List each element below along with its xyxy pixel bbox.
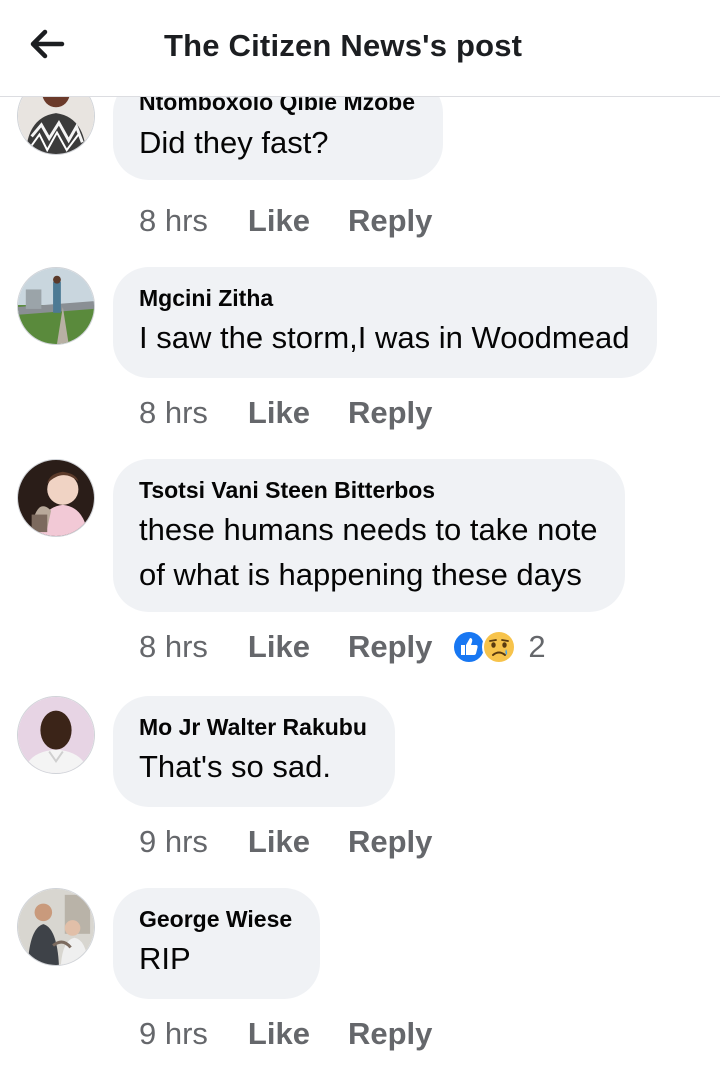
like-button[interactable]: Like	[248, 824, 310, 860]
reply-button[interactable]: Reply	[348, 1016, 432, 1052]
reaction-summary[interactable]: 2	[452, 629, 546, 665]
like-button[interactable]: Like	[248, 1016, 310, 1052]
comment-actions: 8 hrs Like Reply	[139, 393, 432, 433]
comment-actions: 9 hrs Like Reply	[139, 1014, 432, 1054]
arrow-left-icon	[30, 29, 65, 59]
avatar[interactable]	[17, 267, 95, 345]
reply-button[interactable]: Reply	[348, 824, 432, 860]
comment-author[interactable]: Mgcini Zitha	[139, 285, 629, 312]
comment-bubble[interactable]: Mo Jr Walter Rakubu That's so sad.	[113, 696, 395, 807]
comment-time[interactable]: 9 hrs	[139, 824, 208, 860]
comment-actions: 8 hrs Like Reply	[139, 201, 432, 241]
back-button[interactable]	[20, 20, 74, 68]
reply-button[interactable]: Reply	[348, 629, 432, 665]
comment-author[interactable]: Mo Jr Walter Rakubu	[139, 714, 367, 741]
avatar[interactable]	[17, 888, 95, 966]
comment-actions: 9 hrs Like Reply	[139, 822, 432, 862]
comment-text: Did they fast?	[139, 125, 329, 160]
comment-actions: 8 hrs Like Reply 2	[139, 627, 546, 667]
like-button[interactable]: Like	[248, 629, 310, 665]
comment-bubble[interactable]: Ntomboxolo Qibie Mzobe Did they fast?	[113, 97, 443, 180]
comment-text: I saw the storm,I was in Woodmead	[139, 320, 630, 355]
comment-time[interactable]: 9 hrs	[139, 1016, 208, 1052]
avatar[interactable]	[17, 696, 95, 774]
top-app-bar: The Citizen News's post	[0, 0, 720, 97]
comment-time[interactable]: 8 hrs	[139, 203, 208, 239]
comment-text: That's so sad.	[139, 749, 332, 784]
like-button[interactable]: Like	[248, 203, 310, 239]
comment-text: of what is happening these days	[139, 557, 582, 592]
comment-author[interactable]: Ntomboxolo Qibie Mzobe	[139, 97, 415, 116]
avatar[interactable]	[17, 97, 95, 155]
comment-author[interactable]: George Wiese	[139, 906, 292, 933]
comment-bubble[interactable]: George Wiese RIP	[113, 888, 321, 999]
like-button[interactable]: Like	[248, 395, 310, 431]
comment-text: RIP	[139, 941, 191, 976]
comment-list[interactable]: Ntomboxolo Qibie Mzobe Did they fast? 8 …	[0, 97, 720, 1073]
comment-bubble[interactable]: Mgcini Zitha I saw the storm,I was in Wo…	[113, 267, 658, 378]
like-reaction-icon	[452, 630, 487, 664]
comment-time[interactable]: 8 hrs	[139, 395, 208, 431]
reply-button[interactable]: Reply	[348, 203, 432, 239]
avatar[interactable]	[17, 459, 95, 537]
reaction-count: 2	[528, 629, 546, 664]
comment-author[interactable]: Tsotsi Vani Steen Bitterbos	[139, 477, 597, 504]
comment-text: these humans needs to take note	[139, 512, 598, 547]
sad-reaction-icon	[482, 630, 517, 664]
page-title: The Citizen News's post	[164, 28, 523, 63]
reply-button[interactable]: Reply	[348, 395, 432, 431]
comment-time[interactable]: 8 hrs	[139, 629, 208, 665]
comment-bubble[interactable]: Tsotsi Vani Steen Bitterbos these humans…	[113, 459, 626, 612]
